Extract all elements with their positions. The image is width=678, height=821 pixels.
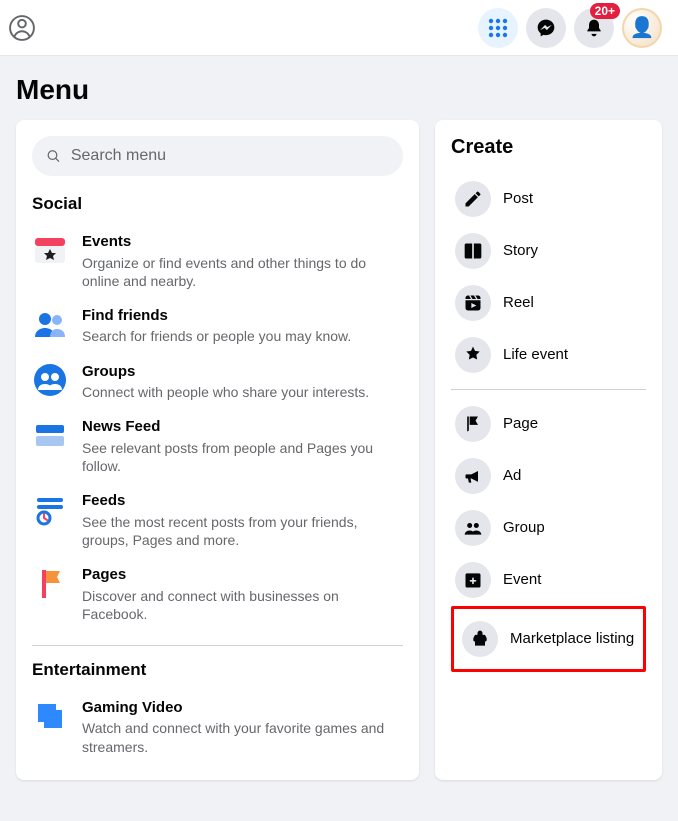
menu-desc: See relevant posts from people and Pages… xyxy=(82,439,403,475)
top-bar: 20+ 👤 xyxy=(0,0,678,56)
menu-text: Feeds See the most recent posts from you… xyxy=(82,491,403,549)
section-divider xyxy=(32,645,403,646)
create-label: Marketplace listing xyxy=(510,630,634,648)
menu-item-gaming-video[interactable]: Gaming Video Watch and connect with your… xyxy=(32,690,403,764)
menu-item-groups[interactable]: Groups Connect with people who share you… xyxy=(32,354,403,410)
group-icon xyxy=(455,510,491,546)
feeds-icon xyxy=(32,491,68,527)
menu-desc: See the most recent posts from your frie… xyxy=(82,513,403,549)
create-heading: Create xyxy=(451,136,646,159)
notification-badge: 20+ xyxy=(590,3,620,19)
search-input[interactable] xyxy=(71,147,389,165)
friends-icon xyxy=(32,306,68,342)
menu-text: News Feed See relevant posts from people… xyxy=(82,417,403,475)
messenger-button[interactable] xyxy=(526,8,566,48)
create-label: Page xyxy=(503,415,538,433)
create-marketplace-listing[interactable]: Marketplace listing xyxy=(458,613,639,665)
search-icon xyxy=(46,148,61,164)
create-event[interactable]: Event xyxy=(451,554,646,606)
create-panel: Create Post Story Reel Life event xyxy=(435,120,662,780)
menu-title: News Feed xyxy=(82,417,403,437)
gaming-video-icon xyxy=(32,698,68,734)
ad-icon xyxy=(455,458,491,494)
create-label: Event xyxy=(503,571,541,589)
topbar-left xyxy=(8,14,36,42)
create-story[interactable]: Story xyxy=(451,225,646,277)
notifications-button[interactable]: 20+ xyxy=(574,8,614,48)
post-icon xyxy=(455,181,491,217)
create-label: Life event xyxy=(503,346,568,364)
create-group[interactable]: Group xyxy=(451,502,646,554)
create-reel[interactable]: Reel xyxy=(451,277,646,329)
pages-icon xyxy=(32,565,68,601)
page-title: Menu xyxy=(0,56,678,120)
menu-title: Find friends xyxy=(82,306,403,326)
create-label: Group xyxy=(503,519,545,537)
events-icon xyxy=(32,232,68,268)
news-feed-icon xyxy=(32,417,68,453)
section-heading-entertainment: Entertainment xyxy=(32,660,403,680)
profile-avatar[interactable]: 👤 xyxy=(622,8,662,48)
menu-desc: Organize or find events and other things… xyxy=(82,254,403,290)
life-event-icon xyxy=(455,337,491,373)
create-label: Ad xyxy=(503,467,521,485)
story-icon xyxy=(455,233,491,269)
menu-desc: Discover and connect with businesses on … xyxy=(82,587,403,623)
menu-text: Find friends Search for friends or peopl… xyxy=(82,306,403,346)
menu-title: Events xyxy=(82,232,403,252)
content: Social Events Organize or find events an… xyxy=(0,120,678,796)
event-icon xyxy=(455,562,491,598)
account-switch-icon[interactable] xyxy=(8,14,36,42)
menu-title: Feeds xyxy=(82,491,403,511)
menu-item-find-friends[interactable]: Find friends Search for friends or peopl… xyxy=(32,298,403,354)
menu-grid-button[interactable] xyxy=(478,8,518,48)
menu-title: Gaming Video xyxy=(82,698,403,718)
menu-item-news-feed[interactable]: News Feed See relevant posts from people… xyxy=(32,409,403,483)
menu-desc: Connect with people who share your inter… xyxy=(82,383,403,401)
menu-title: Pages xyxy=(82,565,403,585)
create-label: Post xyxy=(503,190,533,208)
page-icon xyxy=(455,406,491,442)
groups-icon xyxy=(32,362,68,398)
menu-text: Gaming Video Watch and connect with your… xyxy=(82,698,403,756)
create-ad[interactable]: Ad xyxy=(451,450,646,502)
highlight-marketplace: Marketplace listing xyxy=(451,606,646,672)
menu-text: Events Organize or find events and other… xyxy=(82,232,403,290)
menu-item-events[interactable]: Events Organize or find events and other… xyxy=(32,224,403,298)
menu-desc: Search for friends or people you may kno… xyxy=(82,327,403,345)
search-box[interactable] xyxy=(32,136,403,176)
menu-item-feeds[interactable]: Feeds See the most recent posts from you… xyxy=(32,483,403,557)
create-label: Story xyxy=(503,242,538,260)
menu-text: Groups Connect with people who share you… xyxy=(82,362,403,402)
menu-panel: Social Events Organize or find events an… xyxy=(16,120,419,780)
reel-icon xyxy=(455,285,491,321)
menu-text: Pages Discover and connect with business… xyxy=(82,565,403,623)
create-life-event[interactable]: Life event xyxy=(451,329,646,381)
create-post[interactable]: Post xyxy=(451,173,646,225)
marketplace-icon xyxy=(462,621,498,657)
create-page[interactable]: Page xyxy=(451,398,646,450)
create-divider xyxy=(451,389,646,390)
section-heading-social: Social xyxy=(32,194,403,214)
menu-desc: Watch and connect with your favorite gam… xyxy=(82,719,403,755)
menu-item-pages[interactable]: Pages Discover and connect with business… xyxy=(32,557,403,631)
create-label: Reel xyxy=(503,294,534,312)
menu-title: Groups xyxy=(82,362,403,382)
topbar-right: 20+ 👤 xyxy=(478,8,662,48)
